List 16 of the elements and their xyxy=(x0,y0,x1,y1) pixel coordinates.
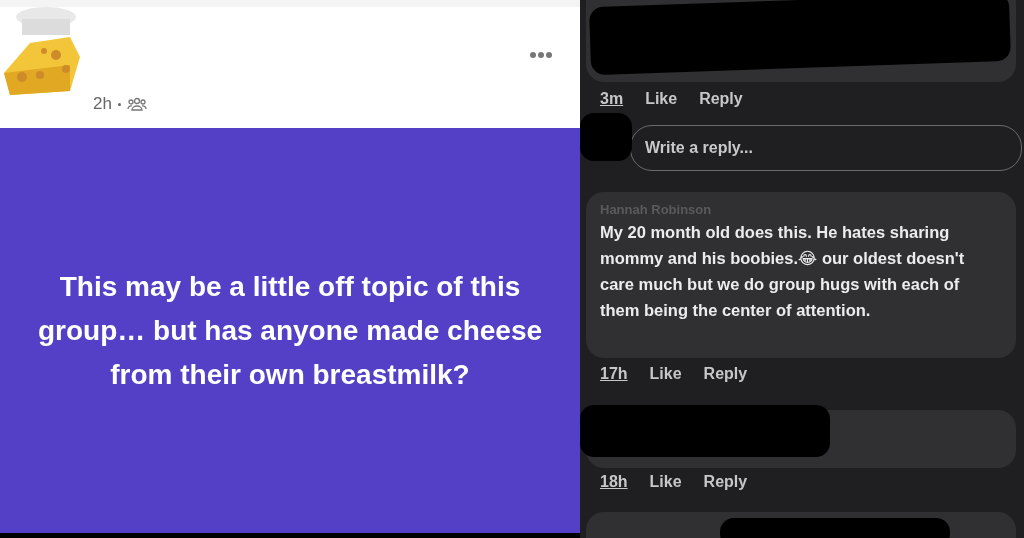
reply-link[interactable]: Reply xyxy=(703,473,748,491)
comment-time[interactable]: 3m xyxy=(600,90,624,108)
post-time[interactable]: 2h xyxy=(93,94,112,114)
more-icon[interactable] xyxy=(530,52,552,58)
comment-time[interactable]: 17h xyxy=(600,365,628,383)
redaction-mark xyxy=(580,113,632,161)
group-icon xyxy=(126,97,147,111)
like-link[interactable]: Like xyxy=(649,365,682,383)
like-link[interactable]: Like xyxy=(649,473,682,491)
post-text: This may be a little off topic of this group… but has anyone made cheese from their own breastmilk? xyxy=(36,269,544,392)
reply-link[interactable]: Reply xyxy=(703,365,748,383)
like-link[interactable]: Like xyxy=(645,90,678,108)
separator-dot-icon xyxy=(117,103,121,106)
comment-time[interactable]: 18h xyxy=(600,473,628,491)
reply-link[interactable]: Reply xyxy=(699,90,743,108)
comment-text: My 20 month old does this. He hates sharing mommy and his boobies.😂 our oldest doesn't care much but we do group hugs with each of them being the center of attention. xyxy=(600,222,966,321)
